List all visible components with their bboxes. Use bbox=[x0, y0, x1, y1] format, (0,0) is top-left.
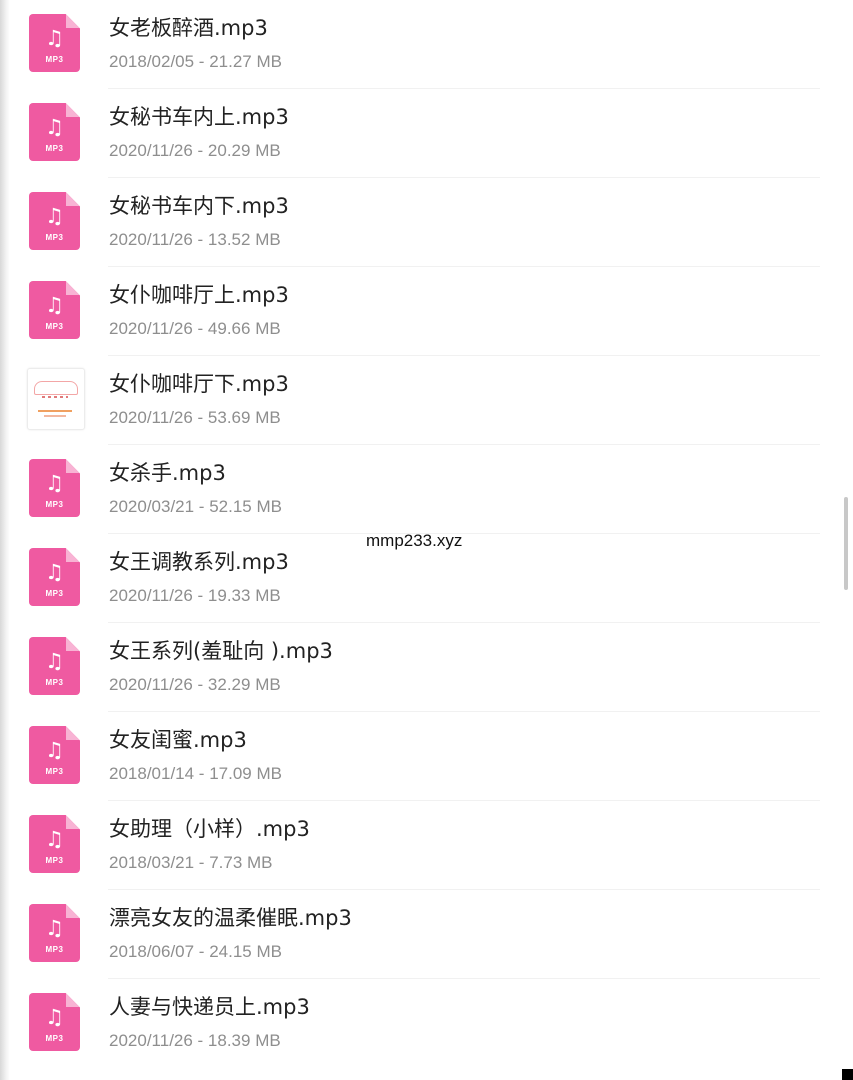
file-meta: 2018/02/05 - 21.27 MB bbox=[109, 52, 282, 71]
music-note-icon: ♫ bbox=[45, 26, 64, 50]
mp3-file-icon: ♫ MP3 bbox=[29, 548, 80, 606]
mp3-label: MP3 bbox=[45, 1034, 64, 1043]
mp3-file-icon: ♫ MP3 bbox=[29, 192, 80, 250]
music-note-icon: ♫ bbox=[45, 471, 64, 495]
mp3-file-icon: ♫ MP3 bbox=[29, 637, 80, 695]
file-row[interactable]: ♫ MP3 女助理（小样）.mp3 2018/03/21 - 7.73 MB bbox=[0, 801, 840, 890]
file-meta: 2020/11/26 - 32.29 MB bbox=[109, 675, 281, 694]
mp3-label: MP3 bbox=[45, 233, 64, 242]
mp3-file-icon: ♫ MP3 bbox=[29, 281, 80, 339]
file-name: 女助理（小样）.mp3 bbox=[109, 817, 310, 841]
mp3-file-icon: ♫ MP3 bbox=[29, 726, 80, 784]
music-note-icon: ♫ bbox=[45, 1005, 64, 1029]
album-thumbnail-icon bbox=[27, 368, 85, 430]
mp3-label: MP3 bbox=[45, 767, 64, 776]
mp3-file-icon: ♫ MP3 bbox=[29, 904, 80, 962]
music-note-icon: ♫ bbox=[45, 738, 64, 762]
music-note-icon: ♫ bbox=[45, 827, 64, 851]
file-meta: 2018/06/07 - 24.15 MB bbox=[109, 942, 282, 961]
mp3-label: MP3 bbox=[45, 144, 64, 153]
file-name: 人妻与快递员上.mp3 bbox=[109, 995, 310, 1019]
mp3-file-icon: ♫ MP3 bbox=[29, 103, 80, 161]
file-meta: 2020/11/26 - 18.39 MB bbox=[109, 1031, 281, 1050]
file-name: 女友闺蜜.mp3 bbox=[109, 728, 247, 752]
file-name: 女杀手.mp3 bbox=[109, 461, 226, 485]
file-name: 女仆咖啡厅下.mp3 bbox=[109, 372, 289, 396]
mp3-label: MP3 bbox=[45, 55, 64, 64]
file-meta: 2018/03/21 - 7.73 MB bbox=[109, 853, 273, 872]
mp3-label: MP3 bbox=[45, 678, 64, 687]
file-meta: 2020/11/26 - 20.29 MB bbox=[109, 141, 281, 160]
mp3-file-icon: ♫ MP3 bbox=[29, 993, 80, 1051]
mp3-label: MP3 bbox=[45, 945, 64, 954]
file-name: 漂亮女友的温柔催眠.mp3 bbox=[109, 906, 352, 930]
file-name: 女王系列(羞耻向 ).mp3 bbox=[109, 639, 333, 663]
file-row[interactable]: ♫ MP3 漂亮女友的温柔催眠.mp3 2018/06/07 - 24.15 M… bbox=[0, 890, 840, 979]
file-meta: 2020/11/26 - 19.33 MB bbox=[109, 586, 281, 605]
file-row[interactable]: ♫ MP3 女杀手.mp3 2020/03/21 - 52.15 MB bbox=[0, 445, 840, 534]
music-note-icon: ♫ bbox=[45, 293, 64, 317]
watermark-text: mmp233.xyz bbox=[366, 531, 463, 550]
file-meta: 2020/11/26 - 53.69 MB bbox=[109, 408, 281, 427]
mp3-file-icon: ♫ MP3 bbox=[29, 815, 80, 873]
music-note-icon: ♫ bbox=[45, 115, 64, 139]
file-name: 女老板醉酒.mp3 bbox=[109, 16, 268, 40]
mp3-label: MP3 bbox=[45, 589, 64, 598]
mp3-label: MP3 bbox=[45, 500, 64, 509]
mp3-label: MP3 bbox=[45, 322, 64, 331]
file-row[interactable]: ♫ MP3 女秘书车内下.mp3 2020/11/26 - 13.52 MB bbox=[0, 178, 840, 267]
file-row[interactable]: ♫ MP3 女秘书车内上.mp3 2020/11/26 - 20.29 MB bbox=[0, 89, 840, 178]
file-meta: 2020/11/26 - 13.52 MB bbox=[109, 230, 281, 249]
file-row[interactable]: 女仆咖啡厅下.mp3 2020/11/26 - 53.69 MB bbox=[0, 356, 840, 445]
file-meta: 2020/11/26 - 49.66 MB bbox=[109, 319, 281, 338]
scrollbar-thumb[interactable] bbox=[844, 497, 848, 590]
file-name: 女仆咖啡厅上.mp3 bbox=[109, 283, 289, 307]
file-name: 女秘书车内上.mp3 bbox=[109, 105, 289, 129]
corner-mark bbox=[842, 1069, 853, 1080]
mp3-label: MP3 bbox=[45, 856, 64, 865]
file-name: 女秘书车内下.mp3 bbox=[109, 194, 289, 218]
file-row[interactable]: ♫ MP3 女仆咖啡厅上.mp3 2020/11/26 - 49.66 MB bbox=[0, 267, 840, 356]
mp3-file-icon: ♫ MP3 bbox=[29, 14, 80, 72]
file-meta: 2018/01/14 - 17.09 MB bbox=[109, 764, 282, 783]
music-note-icon: ♫ bbox=[45, 204, 64, 228]
mp3-file-icon: ♫ MP3 bbox=[29, 459, 80, 517]
music-note-icon: ♫ bbox=[45, 916, 64, 940]
file-name: 女王调教系列.mp3 bbox=[109, 550, 289, 574]
file-row[interactable]: ♫ MP3 女友闺蜜.mp3 2018/01/14 - 17.09 MB bbox=[0, 712, 840, 801]
file-meta: 2020/03/21 - 52.15 MB bbox=[109, 497, 282, 516]
file-row[interactable]: ♫ MP3 女老板醉酒.mp3 2018/02/05 - 21.27 MB bbox=[0, 0, 840, 89]
music-note-icon: ♫ bbox=[45, 560, 64, 584]
music-note-icon: ♫ bbox=[45, 649, 64, 673]
file-row[interactable]: ♫ MP3 人妻与快递员上.mp3 2020/11/26 - 18.39 MB bbox=[0, 979, 840, 1068]
file-row[interactable]: ♫ MP3 女王系列(羞耻向 ).mp3 2020/11/26 - 32.29 … bbox=[0, 623, 840, 712]
